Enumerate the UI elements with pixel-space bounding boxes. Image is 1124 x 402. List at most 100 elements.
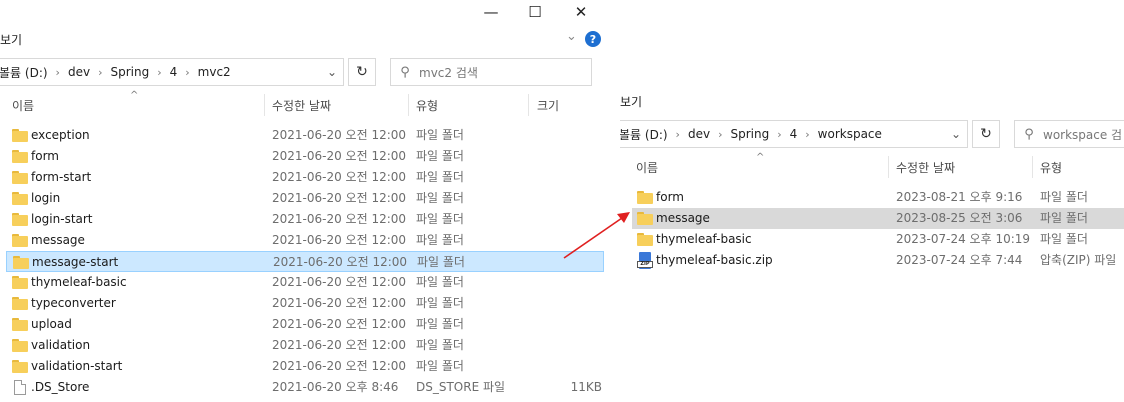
folder-body [12,236,28,247]
file-date: 2023-08-25 오전 3:06 [896,211,1023,225]
column-divider[interactable] [888,156,889,178]
file-date: 2021-06-20 오전 12:00 [272,212,407,226]
file-type: 파일 폴더 [416,128,464,142]
chevron-right-icon: › [185,65,190,79]
breadcrumb-segment[interactable]: dev [68,65,90,79]
column-divider[interactable] [528,94,529,116]
close-button[interactable]: ✕ [558,0,604,24]
refresh-button[interactable]: ↻ [972,120,1000,148]
file-type: 파일 폴더 [1040,211,1088,225]
column-header-name[interactable]: 이름 [636,156,658,178]
file-name: form-start [31,170,92,184]
address-dropdown-icon[interactable]: ⌄ [945,121,967,147]
file-row-message-start[interactable]: message-start 2021-06-20 오전 12:00 파일 폴더 [6,251,604,272]
file-name: validation-start [31,359,123,373]
folder-body [12,131,28,142]
file-date: 2021-06-20 오전 12:00 [272,317,407,331]
folder-icon [12,234,28,247]
file-row-message[interactable]: message 2023-08-25 오전 3:06 파일 폴더 [632,208,1124,229]
file-row-message[interactable]: message 2021-06-20 오전 12:00 파일 폴더 [6,230,604,251]
file-type: 파일 폴더 [416,359,464,373]
file-size [542,125,602,146]
file-type: 파일 폴더 [416,149,464,163]
file-name: message [31,233,85,247]
file-row-thymeleaf-basic-zip[interactable]: ZIP thymeleaf-basic.zip 2023-07-24 오후 7:44… [632,250,1124,271]
file-row-form[interactable]: form 2023-08-21 오후 9:16 파일 폴더 [632,187,1124,208]
column-header-date[interactable]: 수정한 날짜 [272,94,331,116]
search-box[interactable]: ⚲ mvc2 검색 [390,58,592,86]
ribbon-tab-view[interactable]: 보기 [620,93,642,110]
folder-body [12,215,28,226]
file-row-upload[interactable]: upload 2021-06-20 오전 12:00 파일 폴더 [6,314,604,335]
file-size [542,272,602,293]
file-name: upload [31,317,72,331]
address-bar[interactable]: 볼륨 (D:) › dev › Spring › 4 › workspace ⌄ [620,120,968,148]
file-type: 파일 폴더 [416,317,464,331]
column-divider[interactable] [264,94,265,116]
breadcrumb-segment[interactable]: 볼륨 (D:) [0,64,48,81]
file-row-login-start[interactable]: login-start 2021-06-20 오전 12:00 파일 폴더 [6,209,604,230]
folder-icon [12,276,28,289]
file-row-login[interactable]: login 2021-06-20 오전 12:00 파일 폴더 [6,188,604,209]
breadcrumb-segment[interactable]: mvc2 [198,65,231,79]
file-row-typeconverter[interactable]: typeconverter 2021-06-20 오전 12:00 파일 폴더 [6,293,604,314]
file-type: DS_STORE 파일 [416,380,506,394]
chevron-right-icon: › [98,65,103,79]
file-name: message-start [32,255,119,269]
folder-icon [12,150,28,163]
file-row-validation-start[interactable]: validation-start 2021-06-20 오전 12:00 파일 폴더 [6,356,604,377]
file-row-thymeleaf-basic[interactable]: thymeleaf-basic 2023-07-24 오후 10:19 파일 폴더 [632,229,1124,250]
breadcrumb-segment[interactable]: 볼륨 (D:) [620,126,668,143]
folder-icon [637,233,653,246]
refresh-button[interactable]: ↻ [348,58,376,86]
file-row-form[interactable]: form 2021-06-20 오전 12:00 파일 폴더 [6,146,604,167]
folder-icon [12,171,28,184]
file-name: exception [31,128,90,142]
file-name: form [656,190,684,204]
sort-ascending-icon: ^ [130,90,139,101]
file-size [542,230,602,251]
ribbon-expand-chevron-icon[interactable]: ⌄ [566,29,577,44]
chevron-right-icon: › [718,127,723,141]
breadcrumb-segment[interactable]: workspace [818,127,882,141]
file-size [542,335,602,356]
file-name: typeconverter [31,296,116,310]
file-row-exception[interactable]: exception 2021-06-20 오전 12:00 파일 폴더 [6,125,604,146]
column-divider[interactable] [408,94,409,116]
breadcrumb-segment[interactable]: 4 [790,127,798,141]
folder-body [637,193,653,204]
folder-body [637,214,653,225]
file-name: form [31,149,59,163]
breadcrumb-segment[interactable]: 4 [170,65,178,79]
column-divider[interactable] [1032,156,1033,178]
ribbon-tab-view[interactable]: 보기 [0,31,22,48]
column-header-name[interactable]: 이름 [12,94,34,116]
file-row-thymeleaf-basic[interactable]: thymeleaf-basic 2021-06-20 오전 12:00 파일 폴더 [6,272,604,293]
file-date: 2021-06-20 오전 12:00 [272,296,407,310]
address-bar[interactable]: 볼륨 (D:) › dev › Spring › 4 › mvc2 ⌄ [0,58,344,86]
minimize-button[interactable]: — [468,0,514,24]
breadcrumb-segment[interactable]: Spring [110,65,149,79]
file-size [543,252,603,273]
column-header-type[interactable]: 유형 [1040,156,1062,178]
folder-icon [637,212,653,225]
column-header-size[interactable]: 크기 [537,94,559,116]
file-row--ds-store[interactable]: .DS_Store 2021-06-20 오후 8:46 DS_STORE 파일 11… [6,377,604,398]
address-dropdown-icon[interactable]: ⌄ [321,59,343,85]
folder-body [12,341,28,352]
breadcrumb-segment[interactable]: Spring [730,127,769,141]
column-header-date[interactable]: 수정한 날짜 [896,156,955,178]
search-placeholder: mvc2 검색 [419,65,478,80]
search-box[interactable]: ⚲ workspace 검 [1014,120,1124,148]
folder-icon [637,191,653,204]
maximize-button[interactable]: ☐ [512,0,558,24]
chevron-right-icon: › [157,65,162,79]
breadcrumb-segment[interactable]: dev [688,127,710,141]
breadcrumb: 볼륨 (D:) › dev › Spring › 4 › mvc2 [0,64,231,81]
folder-body [12,299,28,310]
help-icon[interactable]: ? [585,31,601,47]
column-header-type[interactable]: 유형 [416,94,438,116]
file-row-validation[interactable]: validation 2021-06-20 오전 12:00 파일 폴더 [6,335,604,356]
explorer-window-mvc2: — ☐ ✕ 보기 ⌄ ? 볼륨 (D:) › dev › Spring › 4 › mvc2 ⌄… [0,0,610,402]
file-row-form-start[interactable]: form-start 2021-06-20 오전 12:00 파일 폴더 [6,167,604,188]
